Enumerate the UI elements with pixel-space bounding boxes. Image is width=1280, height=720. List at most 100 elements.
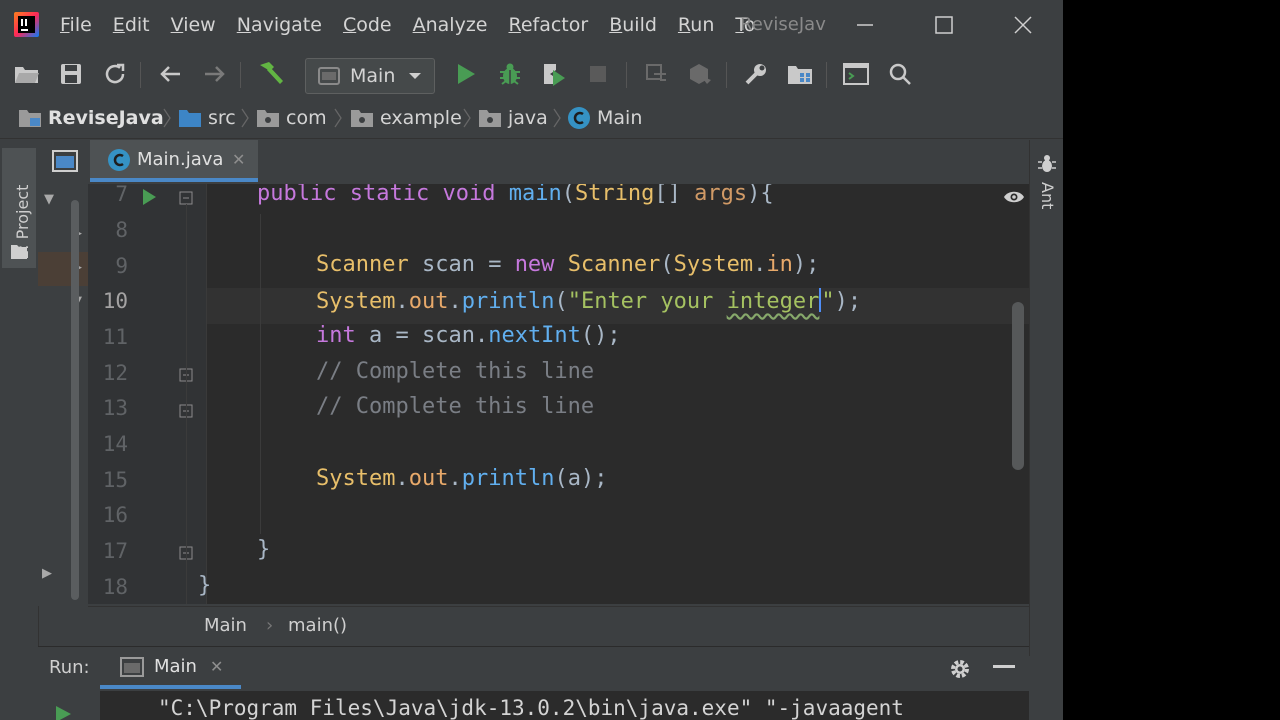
maximize-icon[interactable] [929, 10, 959, 40]
breadcrumb-main[interactable]: Main [567, 98, 642, 138]
code-line-15: System.out.println(a); [316, 466, 608, 491]
line-number: 15 [102, 468, 128, 492]
menu-bar: File Edit View Navigate Code Analyze Ref… [60, 0, 776, 50]
menu-edit[interactable]: Edit [113, 0, 150, 50]
minimize-icon[interactable] [850, 10, 880, 40]
tree-collapse-arrow-icon[interactable]: ▶ [42, 566, 52, 581]
run-tool-window: Run: Main ✕ "C:\Program Files\Java\jdk-1… [38, 646, 1029, 720]
menu-run[interactable]: Run [678, 0, 714, 50]
java-class-icon [108, 149, 130, 171]
rerun-icon[interactable] [54, 705, 72, 720]
breadcrumb-project-label: ReviseJava [48, 107, 164, 129]
line-number: 12 [102, 361, 128, 385]
chevron-down-icon [409, 73, 421, 79]
window-title: ReviseJav [740, 14, 826, 35]
open-folder-icon[interactable] [13, 60, 41, 88]
folder-icon [11, 245, 27, 259]
back-arrow-icon[interactable] [156, 60, 184, 88]
minimize-panel-icon[interactable] [993, 665, 1015, 669]
menu-refactor[interactable]: Refactor [508, 0, 588, 50]
search-icon[interactable] [886, 60, 914, 88]
module-folder-icon [19, 110, 41, 127]
intellij-logo-icon [14, 12, 39, 37]
configuration-icon [318, 67, 340, 85]
breadcrumb-com[interactable]: com [256, 98, 327, 138]
breadcrumb-java-label: java [508, 107, 548, 129]
code-breadcrumbs: Main › main() [88, 606, 1029, 645]
editor-scrollbar[interactable] [1012, 302, 1024, 470]
ant-bug-icon[interactable] [1037, 154, 1057, 174]
project-tool-window-button[interactable]: 1: Project [2, 148, 36, 268]
toolbar-separator [240, 62, 241, 88]
breadcrumb-src[interactable]: src [178, 98, 236, 138]
reader-mode-eye-icon[interactable] [1003, 190, 1025, 204]
editor-gutter[interactable]: 7 8 9 10 11 12 13 14 15 16 17 18 [88, 184, 207, 604]
tree-expand-arrow-icon[interactable]: ▼ [44, 192, 54, 207]
toolbar-separator [140, 62, 141, 88]
breadcrumb-example[interactable]: example [350, 98, 462, 138]
editor-tab-bar: Main.java ✕ [88, 140, 1029, 184]
debug-bug-icon[interactable] [496, 60, 524, 88]
run-configuration-dropdown[interactable]: Main [305, 58, 435, 94]
project-structure-icon[interactable] [786, 60, 814, 88]
menu-code[interactable]: Code [343, 0, 392, 50]
run-configuration-label: Main [350, 65, 396, 87]
code-line-11: int a = scan.nextInt(); [316, 323, 621, 348]
fold-guide [186, 204, 187, 604]
stop-icon[interactable] [584, 60, 612, 88]
close-icon[interactable] [1008, 10, 1038, 40]
toolbar-separator [626, 62, 627, 88]
code-editor[interactable]: 7 8 9 10 11 12 13 14 15 16 17 18 public … [88, 184, 1029, 604]
application-icon [120, 657, 144, 677]
console-output[interactable]: "C:\Program Files\Java\jdk-13.0.2\bin\ja… [100, 691, 1029, 720]
sync-icon[interactable] [101, 60, 129, 88]
breadcrumb-java[interactable]: java [478, 98, 548, 138]
line-number: 8 [115, 218, 128, 242]
attach-debugger-icon[interactable] [642, 60, 670, 88]
line-number: 13 [102, 396, 128, 420]
fold-marker-icon[interactable] [179, 191, 193, 205]
code-breadcrumb-class[interactable]: Main [204, 607, 247, 645]
source-folder-icon [179, 110, 201, 127]
run-icon[interactable] [452, 60, 480, 88]
project-view-icon[interactable] [52, 150, 78, 172]
code-line-13: // Complete this line [316, 394, 595, 419]
breadcrumb-project[interactable]: ReviseJava [18, 98, 164, 138]
tab-close-icon[interactable]: ✕ [232, 140, 245, 180]
package-folder-icon [479, 110, 501, 127]
line-number: 17 [102, 539, 128, 563]
forward-arrow-icon[interactable] [201, 60, 229, 88]
line-number: 14 [102, 432, 128, 456]
menu-file[interactable]: File [60, 0, 92, 50]
run-tab-close-icon[interactable]: ✕ [210, 647, 223, 687]
code-line-10: System.out.println("Enter your integer")… [316, 288, 862, 314]
spelling-warning[interactable]: integer [727, 289, 820, 314]
left-tool-stripe: 1: Project [0, 140, 39, 656]
menu-view[interactable]: View [171, 0, 216, 50]
ant-tab-label[interactable]: Ant [1038, 182, 1057, 209]
gear-icon[interactable] [948, 657, 972, 681]
run-gutter-icon[interactable] [141, 188, 157, 206]
project-scrollbar[interactable] [71, 200, 79, 600]
navigation-bar: ReviseJava src com example java Main [0, 98, 1063, 139]
code-line-9: Scanner scan = new Scanner(System.in); [316, 252, 820, 277]
tab-main-java[interactable]: Main.java ✕ [90, 140, 258, 182]
main-toolbar: Main [0, 52, 1063, 96]
settings-wrench-icon[interactable] [742, 60, 770, 88]
console-line: "C:\Program Files\Java\jdk-13.0.2\bin\ja… [158, 696, 904, 720]
build-hammer-icon[interactable] [256, 60, 284, 88]
run-tab-label: Main [154, 656, 197, 677]
run-tab-main[interactable]: Main ✕ [100, 647, 241, 689]
package-folder-icon [351, 110, 373, 127]
build-artifacts-icon[interactable] [686, 60, 714, 88]
code-line-12: // Complete this line [316, 359, 595, 384]
save-icon[interactable] [57, 60, 85, 88]
terminal-icon[interactable] [842, 60, 870, 88]
run-with-coverage-icon[interactable] [540, 60, 568, 88]
code-breadcrumb-method[interactable]: main() [288, 607, 347, 645]
menu-build[interactable]: Build [609, 0, 657, 50]
line-number: 18 [102, 575, 128, 599]
breadcrumb-separator-icon [553, 108, 561, 128]
menu-analyze[interactable]: Analyze [413, 0, 488, 50]
menu-navigate[interactable]: Navigate [237, 0, 322, 50]
